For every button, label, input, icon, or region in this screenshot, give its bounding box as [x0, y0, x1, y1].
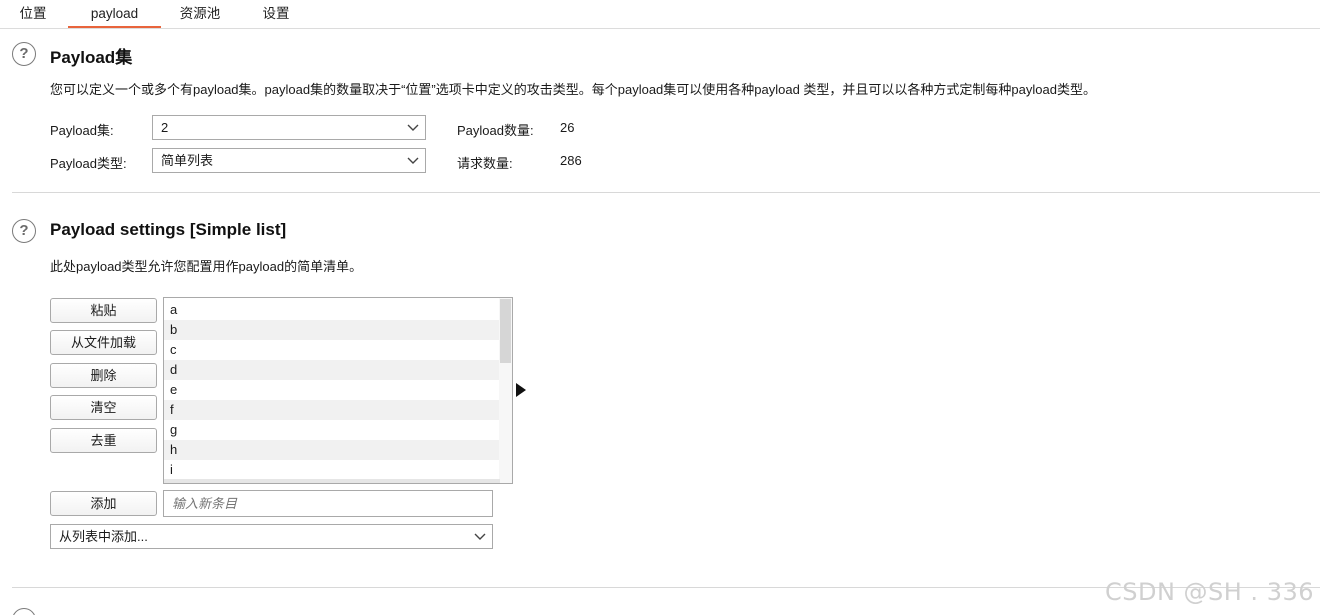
- scrollbar-thumb[interactable]: [500, 299, 511, 363]
- chevron-down-icon: [407, 124, 419, 131]
- section-divider: [12, 192, 1320, 193]
- help-icon[interactable]: [12, 608, 36, 615]
- request-count-value: 286: [560, 153, 582, 168]
- payload-settings-title: Payload settings [Simple list]: [50, 220, 287, 239]
- tab-payload[interactable]: payload: [68, 0, 161, 28]
- list-item[interactable]: i: [164, 460, 500, 480]
- add-button[interactable]: 添加: [50, 491, 157, 516]
- payload-count-label: Payload数量:: [457, 123, 534, 138]
- paste-button[interactable]: 粘贴: [50, 298, 157, 323]
- payload-type-value: 简单列表: [161, 153, 214, 168]
- payload-list[interactable]: a b c d e f g h i: [163, 297, 513, 484]
- dedupe-button[interactable]: 去重: [50, 428, 157, 453]
- list-item[interactable]: h: [164, 440, 500, 460]
- tab-bar: 位置 payload 资源池 设置: [0, 0, 1320, 29]
- payload-settings-description: 此处payload类型允许您配置用作payload的简单清单。: [50, 259, 363, 274]
- list-item[interactable]: f: [164, 400, 500, 420]
- list-item[interactable]: c: [164, 340, 500, 360]
- request-count-label: 请求数量:: [457, 156, 513, 171]
- list-item[interactable]: d: [164, 360, 500, 380]
- list-item[interactable]: e: [164, 380, 500, 400]
- payload-sets-title: Payload集: [50, 48, 133, 67]
- play-arrow-icon[interactable]: [516, 383, 526, 397]
- tab-settings[interactable]: 设置: [250, 0, 302, 28]
- payload-sets-description: 您可以定义一个或多个有payload集。payload集的数量取决于“位置”选项…: [50, 82, 1096, 97]
- help-icon[interactable]: ?: [12, 219, 36, 243]
- payload-set-select[interactable]: 2: [152, 115, 426, 140]
- chevron-down-icon: [407, 157, 419, 164]
- list-item[interactable]: b: [164, 320, 500, 340]
- new-item-input[interactable]: [163, 490, 493, 517]
- remove-button[interactable]: 删除: [50, 363, 157, 388]
- payload-type-label: Payload类型:: [50, 156, 127, 171]
- vertical-scrollbar[interactable]: [499, 298, 512, 483]
- tab-resource-pool[interactable]: 资源池: [170, 0, 230, 28]
- load-button[interactable]: 从文件加载: [50, 330, 157, 355]
- chevron-down-icon: [474, 533, 486, 540]
- list-item[interactable]: g: [164, 420, 500, 440]
- watermark: CSDN @SH . 336: [1104, 578, 1314, 606]
- tab-positions[interactable]: 位置: [8, 0, 58, 28]
- horizontal-scrollbar[interactable]: [164, 479, 500, 483]
- add-from-list-select[interactable]: 从列表中添加...: [50, 524, 493, 549]
- payload-count-value: 26: [560, 120, 575, 135]
- payload-type-select[interactable]: 简单列表: [152, 148, 426, 173]
- list-item[interactable]: a: [164, 300, 500, 320]
- add-from-list-value: 从列表中添加...: [59, 529, 148, 544]
- payload-set-value: 2: [161, 120, 169, 135]
- help-icon[interactable]: ?: [12, 42, 36, 66]
- clear-button[interactable]: 清空: [50, 395, 157, 420]
- payload-set-label: Payload集:: [50, 123, 114, 138]
